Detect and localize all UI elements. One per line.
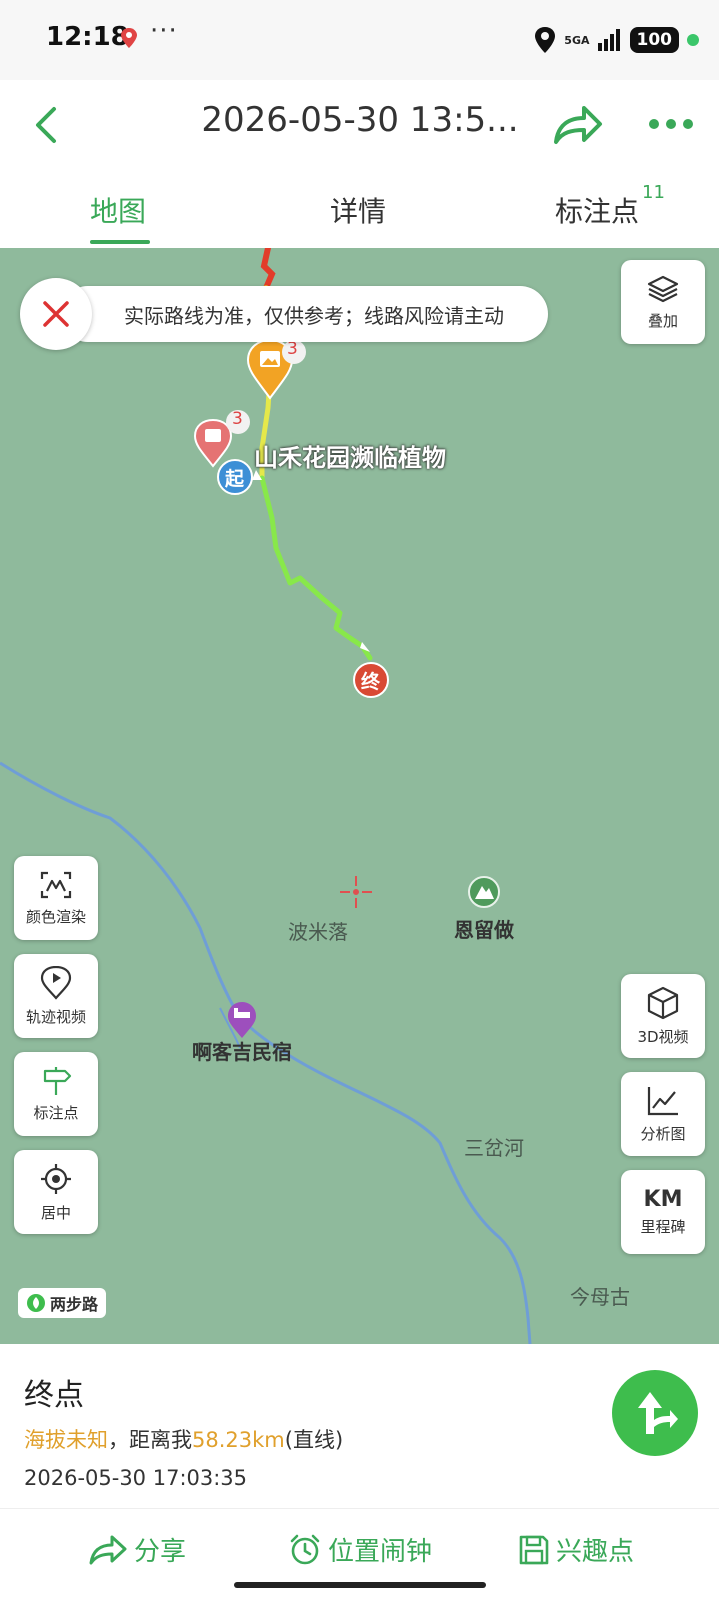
line-chart-icon [647,1086,678,1115]
map-view[interactable]: 3 3 起 终 山禾花园濒临植物 波米落 恩留做 啊客吉民宿 三岔河 今母古 实… [0,248,719,1344]
status-icons: 5GA 100 [534,24,699,56]
marks-button[interactable]: 标注点 [14,1052,98,1136]
share-icon [89,1535,127,1564]
close-icon [43,301,69,327]
center-button[interactable]: 居中 [14,1150,98,1234]
cube-icon [647,986,679,1019]
point-details: 海拔未知，距离我58.23km(直线) [24,1424,343,1454]
status-time: 12:18 [46,22,129,52]
end-marker-label: 终 [361,671,381,693]
signpost-icon [43,1066,72,1095]
photo-count-2: 3 [232,409,243,429]
more-dots-icon[interactable] [648,114,694,134]
map-canvas[interactable] [0,248,719,1344]
mountain-poi-icon[interactable] [468,876,500,908]
start-marker-label: 起 [225,468,245,490]
point-datetime: 2026-05-30 17:03:35 [24,1466,248,1490]
navigate-arrow-icon [638,1392,678,1434]
disclaimer-bar: 实际路线为准，仅供参考；线路风险请主动 [60,286,548,342]
brand-logo: 两步路 [18,1288,107,1318]
analysis-label: 分析图 [640,1124,686,1143]
milestone-button[interactable]: KM 里程碑 [621,1170,705,1254]
save-disk-icon [519,1535,549,1564]
color-render-button[interactable]: 颜色渲染 [14,856,98,940]
poi-label: 兴趣点 [556,1537,635,1567]
close-disclaimer-button[interactable] [20,278,92,350]
privacy-dot [687,34,699,46]
track-video-button[interactable]: 轨迹视频 [14,954,98,1038]
tab-detail[interactable]: 详情 [330,190,386,230]
brand-leaf-icon [27,1294,45,1312]
network-type: 5GA [564,35,589,46]
battery-indicator: 100 [629,27,679,53]
place-bomiluo: 波米落 [288,920,348,944]
tab-map[interactable]: 地图 [90,190,146,230]
distance-value: 58.23km [192,1428,285,1452]
map-app-icon [121,28,137,48]
home-indicator [234,1582,486,1588]
status-bar: 12:18 ··· 5GA 100 [0,0,719,80]
layers-button[interactable]: 叠加 [621,260,705,344]
disclaimer-text: 实际路线为准，仅供参考；线路风险请主动 [124,304,504,328]
3d-video-label: 3D视频 [637,1027,689,1046]
signal-icon [597,29,620,51]
video-pin-icon [40,965,72,1000]
page-title: 2026-05-30 13:5... [201,100,519,140]
top-header: 2026-05-30 13:5... [0,80,719,172]
point-info-panel: 终点 海拔未知，距离我58.23km(直线) 2026-05-30 17:03:… [0,1344,719,1504]
navigate-button[interactable] [612,1370,698,1456]
share-action[interactable]: 分享 [88,1531,186,1568]
alarm-clock-icon [290,1534,320,1564]
location-icon [535,27,556,53]
km-label: KM [643,1187,683,1212]
marks-count-badge: 11 [642,182,665,203]
marks-label: 标注点 [33,1103,79,1122]
distance-prefix: ，距离我 [108,1428,192,1452]
place-sanchahe: 三岔河 [464,1136,524,1160]
track-video-label: 轨迹视频 [25,1007,86,1026]
locate-icon [41,1163,71,1194]
disclaimer-banner: 实际路线为准，仅供参考；线路风险请主动 [20,278,548,350]
3d-video-button[interactable]: 3D视频 [621,974,705,1058]
location-alarm-action[interactable]: 位置闹钟 [288,1531,432,1568]
place-jinmugu: 今母古 [570,1285,630,1309]
distance-suffix: (直线) [284,1428,344,1452]
brand-name: 两步路 [50,1295,99,1314]
active-tab-indicator [90,240,150,244]
milestone-label: 里程碑 [640,1218,686,1236]
tab-marks[interactable]: 标注点 [555,190,639,230]
route-track-green [259,475,373,661]
map-center-crosshair [340,876,372,908]
layers-label: 叠加 [647,311,678,330]
point-title: 终点 [24,1378,84,1413]
poi-action[interactable]: 兴趣点 [518,1531,634,1568]
share-label: 分享 [134,1537,187,1567]
tab-bar: 地图 详情 标注点 11 [0,172,719,248]
place-enliuzuo: 恩留做 [454,918,514,942]
status-more-dots: ··· [150,16,178,46]
location-alarm-label: 位置闹钟 [328,1537,433,1567]
color-render-icon [40,871,72,898]
altitude-text: 海拔未知 [24,1428,108,1452]
back-arrow-icon[interactable] [28,105,68,145]
network-label: 5GA [564,33,590,47]
center-label: 居中 [40,1203,71,1222]
color-render-label: 颜色渲染 [25,907,86,926]
layers-icon [647,275,679,302]
place-akeji: 啊客吉民宿 [192,1040,292,1064]
analysis-button[interactable]: 分析图 [621,1072,705,1156]
route-name-label: 山禾花园濒临植物 [254,444,446,472]
share-arrow-icon[interactable] [552,102,604,148]
